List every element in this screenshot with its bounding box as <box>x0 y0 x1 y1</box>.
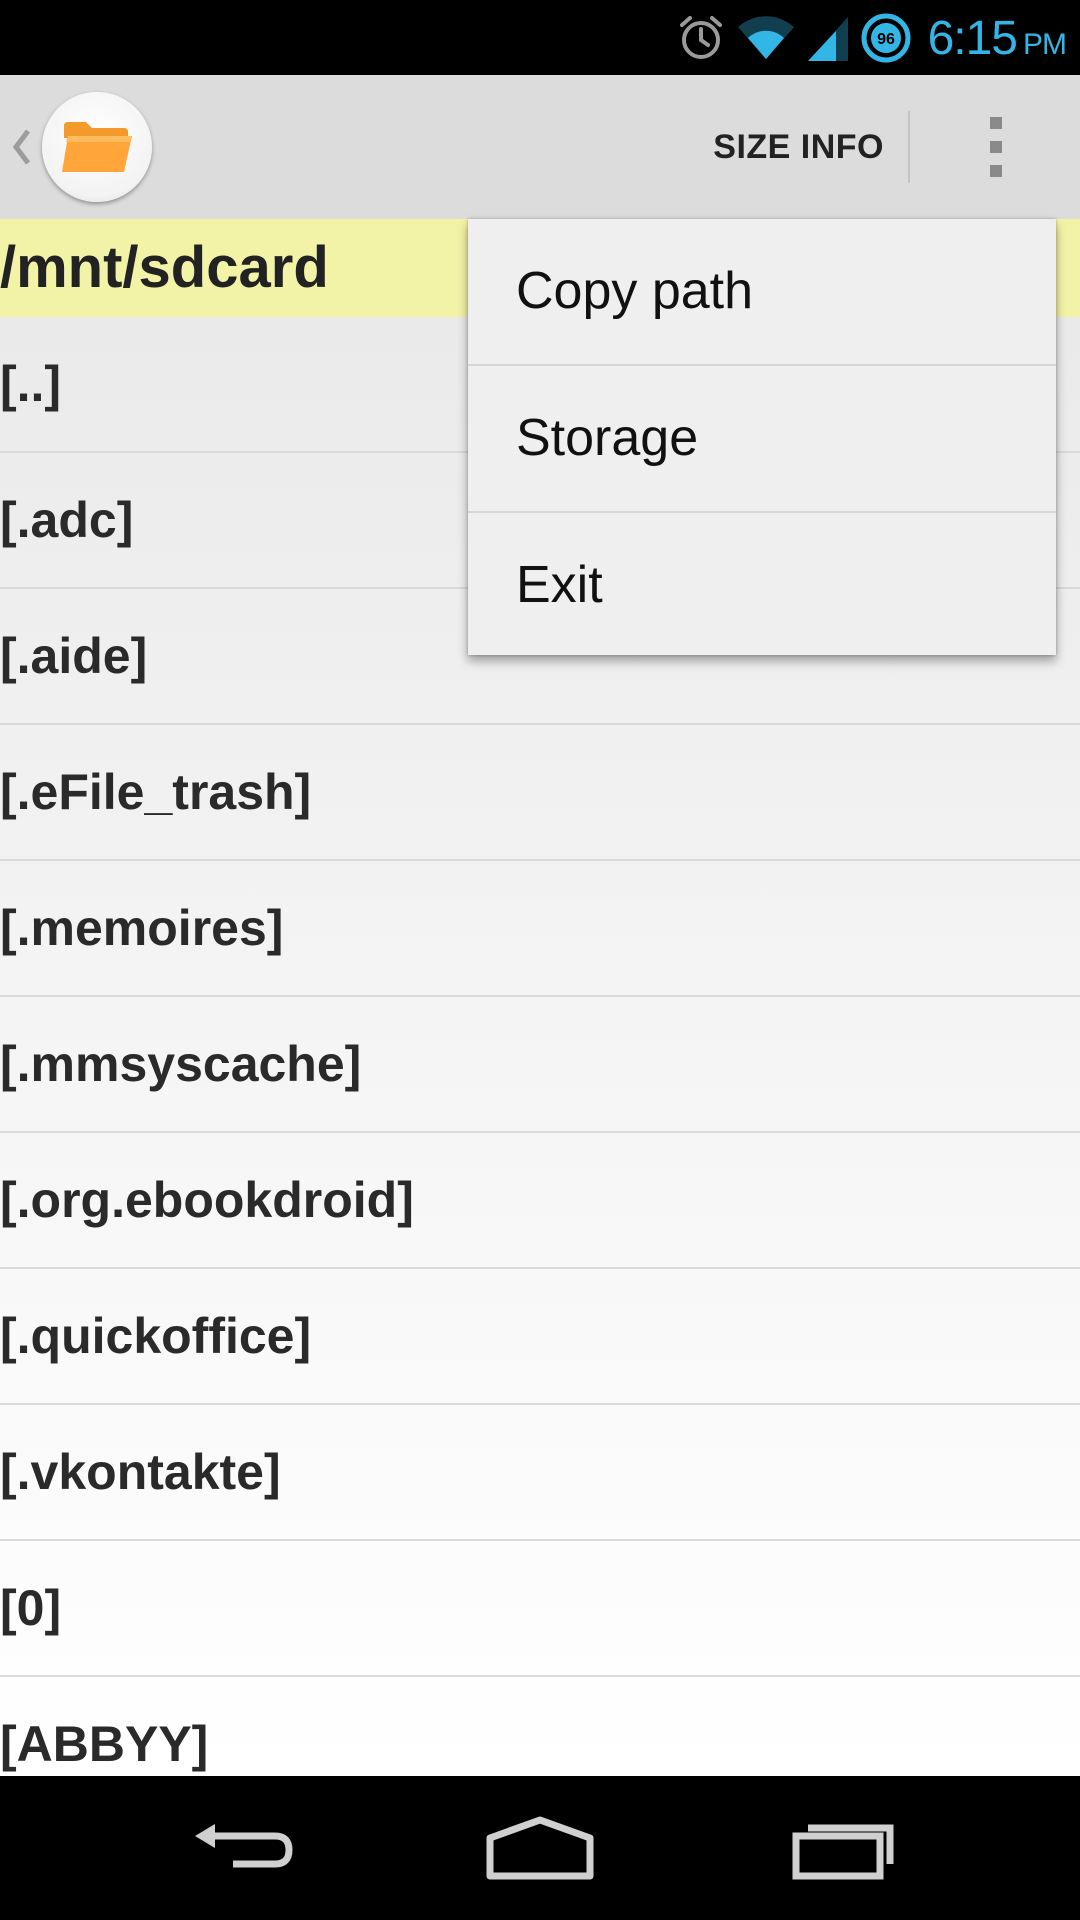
back-icon <box>195 1824 293 1868</box>
battery-icon: 96 <box>861 13 911 63</box>
home-button[interactable] <box>470 1798 610 1898</box>
list-item-label: [0] <box>0 1580 62 1636</box>
list-item[interactable]: [.mmsyscache] <box>0 997 1080 1133</box>
list-item-label: [ABBYY] <box>0 1716 209 1772</box>
recent-apps-button[interactable] <box>774 1798 914 1898</box>
overflow-menu-icon[interactable] <box>958 109 1034 185</box>
menu-item-storage[interactable]: Storage <box>468 366 1056 513</box>
action-bar: SIZE INFO <box>0 75 1080 220</box>
status-icons: 96 6:15 PM <box>676 8 1067 68</box>
list-item[interactable]: [.memoires] <box>0 861 1080 997</box>
list-item-label: [.quickoffice] <box>0 1308 312 1364</box>
list-item-label: [.adc] <box>0 492 134 548</box>
menu-item-label: Exit <box>516 556 603 614</box>
list-item[interactable]: [.org.ebookdroid] <box>0 1133 1080 1269</box>
app-icon[interactable] <box>42 92 152 202</box>
alarm-icon <box>679 16 722 59</box>
status-time-value: 6:15 <box>927 11 1018 65</box>
list-item[interactable]: [0] <box>0 1541 1080 1677</box>
list-item[interactable]: [.quickoffice] <box>0 1269 1080 1405</box>
home-icon <box>486 1816 594 1880</box>
wifi-icon <box>737 16 794 59</box>
status-bar: 96 6:15 PM <box>0 0 1080 75</box>
menu-item-copy-path[interactable]: Copy path <box>468 219 1056 366</box>
overflow-popup-menu: Copy path Storage Exit <box>468 219 1056 655</box>
signal-icon <box>807 17 848 61</box>
size-info-button[interactable]: SIZE INFO <box>713 75 884 219</box>
list-item[interactable]: [.eFile_trash] <box>0 725 1080 861</box>
list-item-label: [.mmsyscache] <box>0 1036 362 1092</box>
navigation-bar <box>0 1776 1080 1920</box>
list-item-label: [.eFile_trash] <box>0 764 312 820</box>
action-divider <box>908 111 910 183</box>
folder-icon <box>62 122 132 172</box>
list-item[interactable]: [ABBYY] <box>0 1677 1080 1776</box>
list-item-label: [..] <box>0 356 62 412</box>
list-item[interactable]: [.vkontakte] <box>0 1405 1080 1541</box>
status-ampm: PM <box>1023 27 1067 61</box>
list-item-label: [.memoires] <box>0 900 284 956</box>
current-path: /mnt/sdcard <box>0 235 329 300</box>
screen: 96 6:15 PM SIZE INFO /mnt/sdcard [..] [.… <box>0 0 1080 1920</box>
status-time: 6:15 PM <box>927 11 1067 66</box>
menu-item-label: Storage <box>516 409 699 467</box>
list-item-label: [.org.ebookdroid] <box>0 1172 414 1228</box>
back-button[interactable] <box>170 1798 310 1898</box>
list-item-label: [.aide] <box>0 628 148 684</box>
menu-item-exit[interactable]: Exit <box>468 513 1056 658</box>
list-item-label: [.vkontakte] <box>0 1444 281 1500</box>
menu-item-label: Copy path <box>516 262 754 320</box>
up-chevron-icon[interactable] <box>10 123 34 171</box>
recent-apps-icon <box>792 1824 894 1880</box>
battery-level: 96 <box>877 31 895 48</box>
